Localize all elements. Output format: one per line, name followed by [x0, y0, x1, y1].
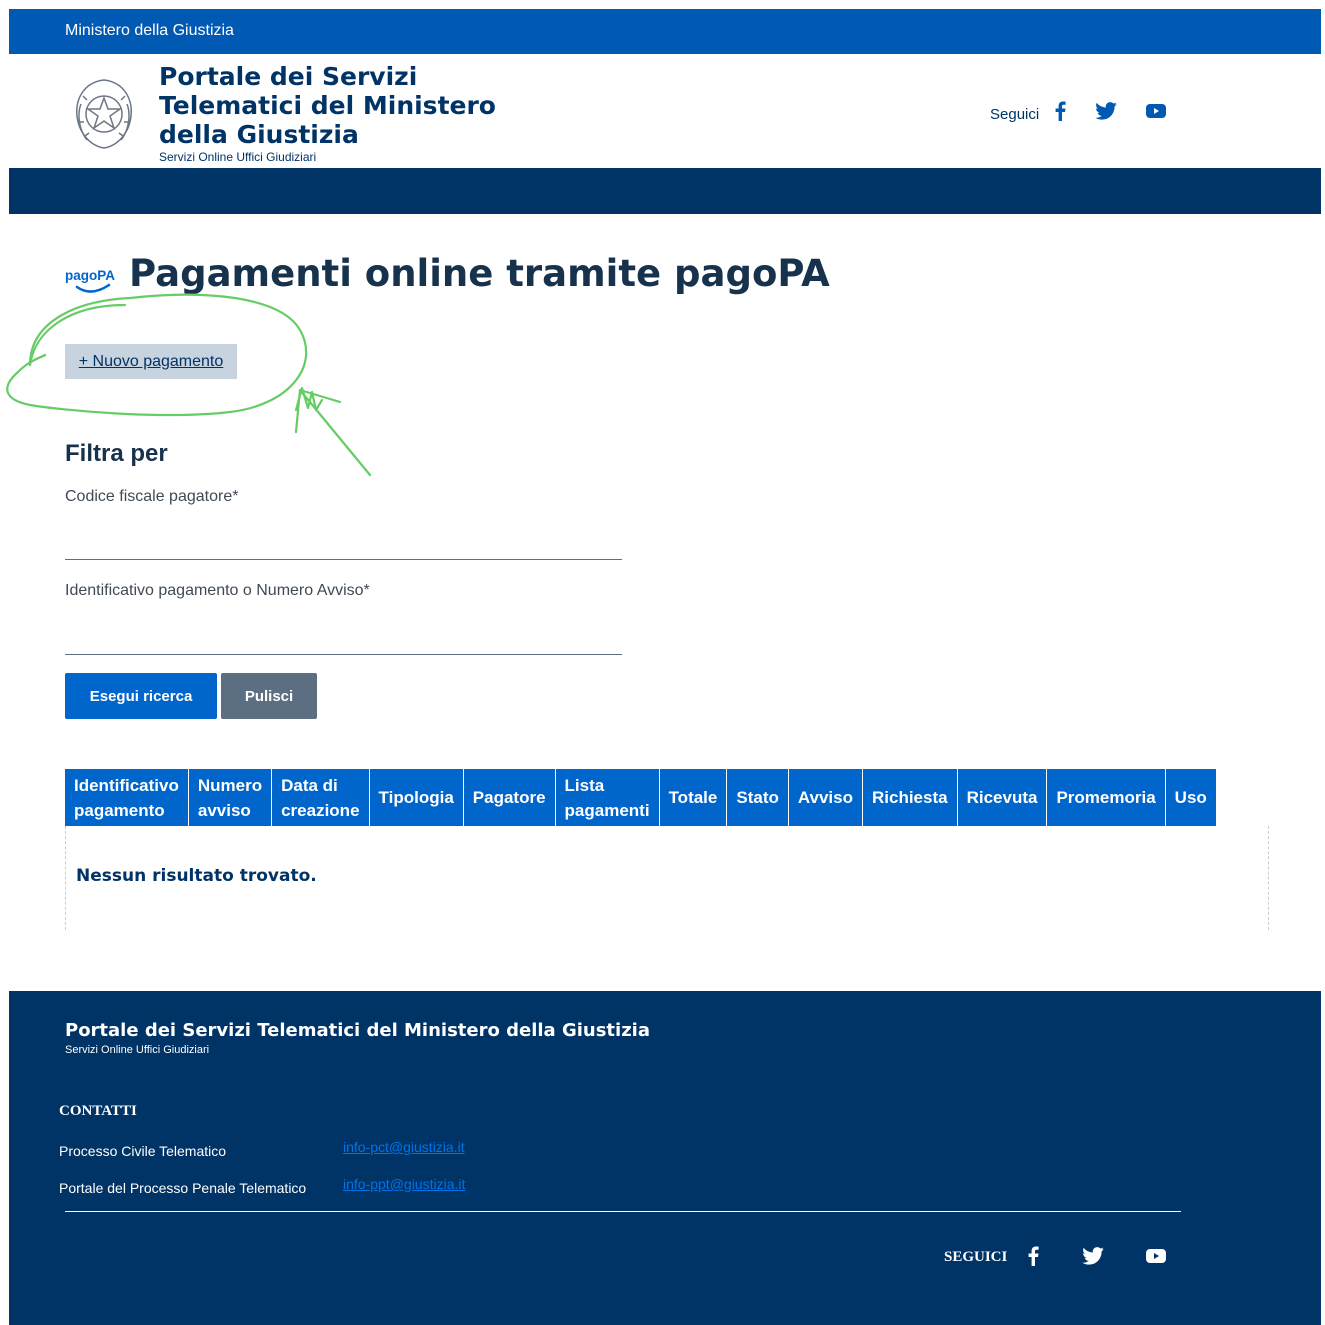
ministry-topbar: Ministero della Giustizia	[9, 9, 1321, 54]
pagopa-logo-text: pagoPA	[65, 267, 115, 283]
col-ricevuta[interactable]: Ricevuta	[957, 769, 1048, 826]
col-tipologia[interactable]: Tipologia	[369, 769, 464, 826]
footer-subtitle: Servizi Online Uffici Giudiziari	[65, 1044, 210, 1056]
footer-twitter-icon[interactable]	[1080, 1243, 1106, 1269]
footer-follow-label: SEGUICI	[944, 1249, 1008, 1265]
tax-code-input[interactable]	[65, 526, 622, 560]
col-numero-avviso[interactable]: Numero avviso	[188, 769, 273, 826]
footer-divider	[65, 1211, 1181, 1212]
footer-facebook-icon[interactable]	[1020, 1243, 1046, 1269]
col-uso[interactable]: Uso	[1165, 769, 1216, 826]
col-lista-pagamenti[interactable]: Lista pagamenti	[555, 769, 660, 826]
contacts-heading: CONTATTI	[59, 1103, 137, 1119]
search-button[interactable]: Esegui ricerca	[65, 673, 217, 719]
contact-email-pct[interactable]: info-pct@giustizia.it	[343, 1139, 465, 1155]
pagopa-logo: pagoPA	[65, 267, 115, 293]
col-stato[interactable]: Stato	[726, 769, 789, 826]
site-subtitle: Servizi Online Uffici Giudiziari	[159, 150, 317, 164]
col-data-creazione[interactable]: Data di creazione	[271, 769, 370, 826]
payment-id-input[interactable]	[65, 621, 622, 655]
payments-table: Identificativo pagamento Numero avviso Dat…	[65, 769, 1216, 826]
col-pagatore[interactable]: Pagatore	[463, 769, 556, 826]
new-payment-button[interactable]: + Nuovo pagamento	[65, 344, 237, 379]
tax-code-label: Codice fiscale pagatore*	[65, 488, 239, 505]
table-empty-area: Nessun risultato trovato.	[65, 826, 1269, 930]
clear-button[interactable]: Pulisci	[221, 673, 317, 719]
contact-label-pct: Processo Civile Telematico	[59, 1143, 227, 1159]
republic-emblem-icon[interactable]	[67, 74, 141, 154]
facebook-icon[interactable]	[1047, 98, 1073, 124]
follow-label: Seguici	[990, 106, 1040, 123]
col-totale[interactable]: Totale	[659, 769, 728, 826]
table-header-row: Identificativo pagamento Numero avviso Dat…	[65, 769, 1216, 826]
site-title[interactable]: Portale dei Servizi Telematici del Minis…	[159, 62, 519, 149]
contact-label-ppt: Portale del Processo Penale Telematico	[59, 1180, 307, 1196]
site-header: Portale dei Servizi Telematici del Minis…	[9, 54, 1321, 168]
payment-id-label: Identificativo pagamento o Numero Avviso…	[65, 582, 370, 599]
site-footer: Portale dei Servizi Telematici del Minis…	[9, 991, 1321, 1325]
empty-message: Nessun risultato trovato.	[76, 866, 317, 886]
footer-title[interactable]: Portale dei Servizi Telematici del Minis…	[65, 1020, 650, 1041]
ministry-label[interactable]: Ministero della Giustizia	[65, 22, 234, 40]
col-identificativo[interactable]: Identificativo pagamento	[65, 769, 189, 826]
annotation-circle-arrow	[6, 293, 372, 477]
twitter-icon[interactable]	[1093, 98, 1119, 124]
col-richiesta[interactable]: Richiesta	[862, 769, 958, 826]
footer-youtube-icon[interactable]	[1143, 1243, 1169, 1269]
col-promemoria[interactable]: Promemoria	[1046, 769, 1166, 826]
contact-email-ppt[interactable]: info-ppt@giustizia.it	[343, 1176, 465, 1192]
col-avviso[interactable]: Avviso	[788, 769, 864, 826]
filter-title: Filtra per	[65, 440, 168, 467]
youtube-icon[interactable]	[1143, 98, 1169, 124]
main-navbar	[9, 168, 1321, 214]
page-title: Pagamenti online tramite pagoPA	[129, 252, 830, 295]
